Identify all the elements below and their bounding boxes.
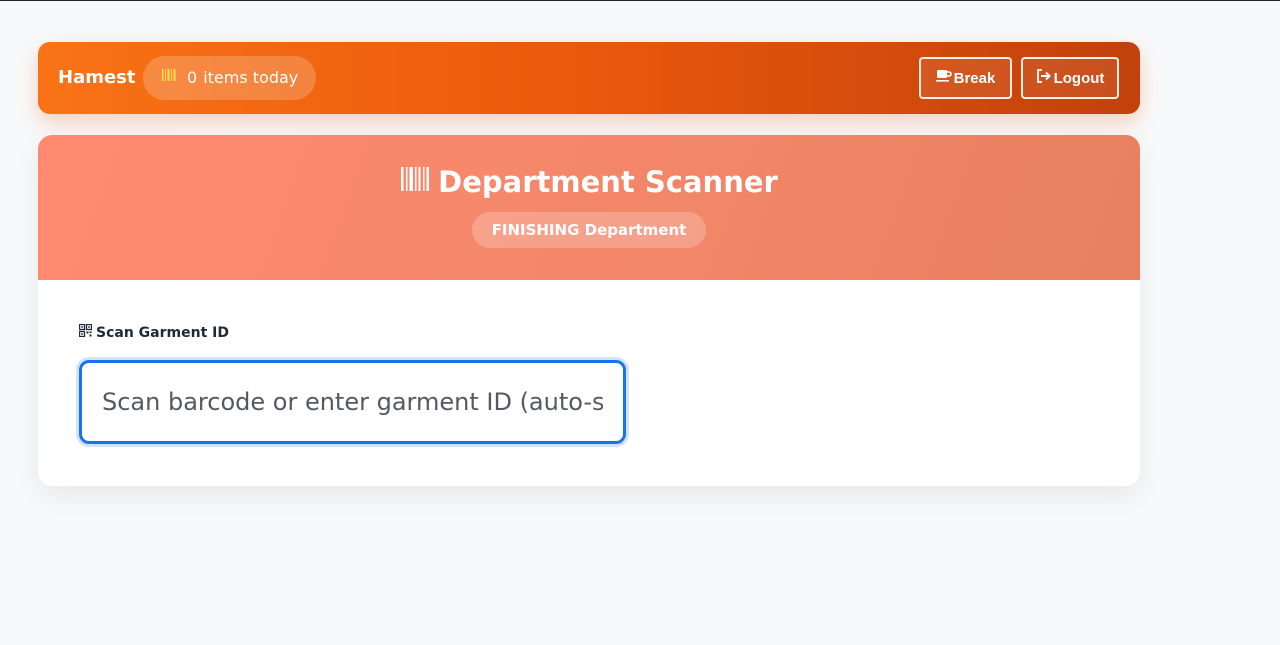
items-count: 0 — [187, 68, 198, 87]
barcode-icon — [400, 165, 430, 199]
items-suffix: items today — [203, 68, 299, 87]
navbar: Hamest 0 items today Break Logout — [38, 42, 1140, 114]
garment-id-input[interactable] — [79, 360, 626, 444]
break-label: Break — [953, 69, 996, 87]
scanner-card: Department Scanner FINISHING Department … — [38, 135, 1140, 486]
coffee-icon — [935, 69, 952, 87]
page-title: Department Scanner — [38, 165, 1140, 199]
items-today-badge: 0 items today — [143, 56, 317, 100]
department-badge: FINISHING Department — [472, 212, 706, 248]
logout-button[interactable]: Logout — [1021, 57, 1119, 99]
scanner-card-header: Department Scanner FINISHING Department — [38, 135, 1140, 280]
page-title-text: Department Scanner — [438, 165, 778, 199]
barcode-icon — [161, 56, 177, 100]
scan-field-label: Scan Garment ID — [78, 323, 229, 341]
break-button[interactable]: Break — [919, 57, 1012, 99]
logout-label: Logout — [1053, 69, 1105, 87]
user-name: Hamest — [58, 67, 136, 88]
top-border — [0, 0, 1280, 1]
qrcode-icon — [78, 323, 93, 341]
scan-field-label-text: Scan Garment ID — [96, 324, 229, 341]
sign-out-icon — [1036, 69, 1052, 87]
